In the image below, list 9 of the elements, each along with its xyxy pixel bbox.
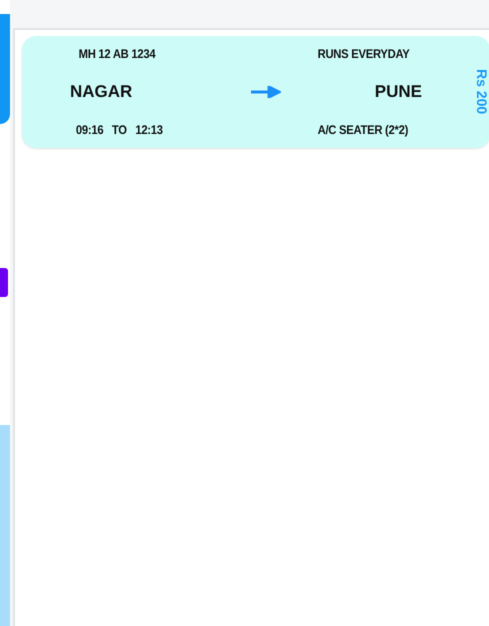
- arrow-right-icon: [251, 86, 281, 98]
- schedule-text: RUNS EVERYDAY: [316, 47, 410, 61]
- destination-city: PUNE: [374, 82, 422, 102]
- fare-text: Rs 200: [474, 69, 489, 115]
- bus-type: A/C SEATER (2*2): [316, 123, 408, 137]
- bus-number: MH 12 AB 1234: [78, 47, 156, 61]
- origin-city: NAGAR: [69, 82, 134, 102]
- time-range: 09:16 TO 12:13: [74, 123, 164, 137]
- trip-card[interactable]: MH 12 AB 1234 RUNS EVERYDAY NAGAR PUNE 09:16 TO 12:13 A/C SEATER (2*2) Rs 200: [22, 36, 489, 148]
